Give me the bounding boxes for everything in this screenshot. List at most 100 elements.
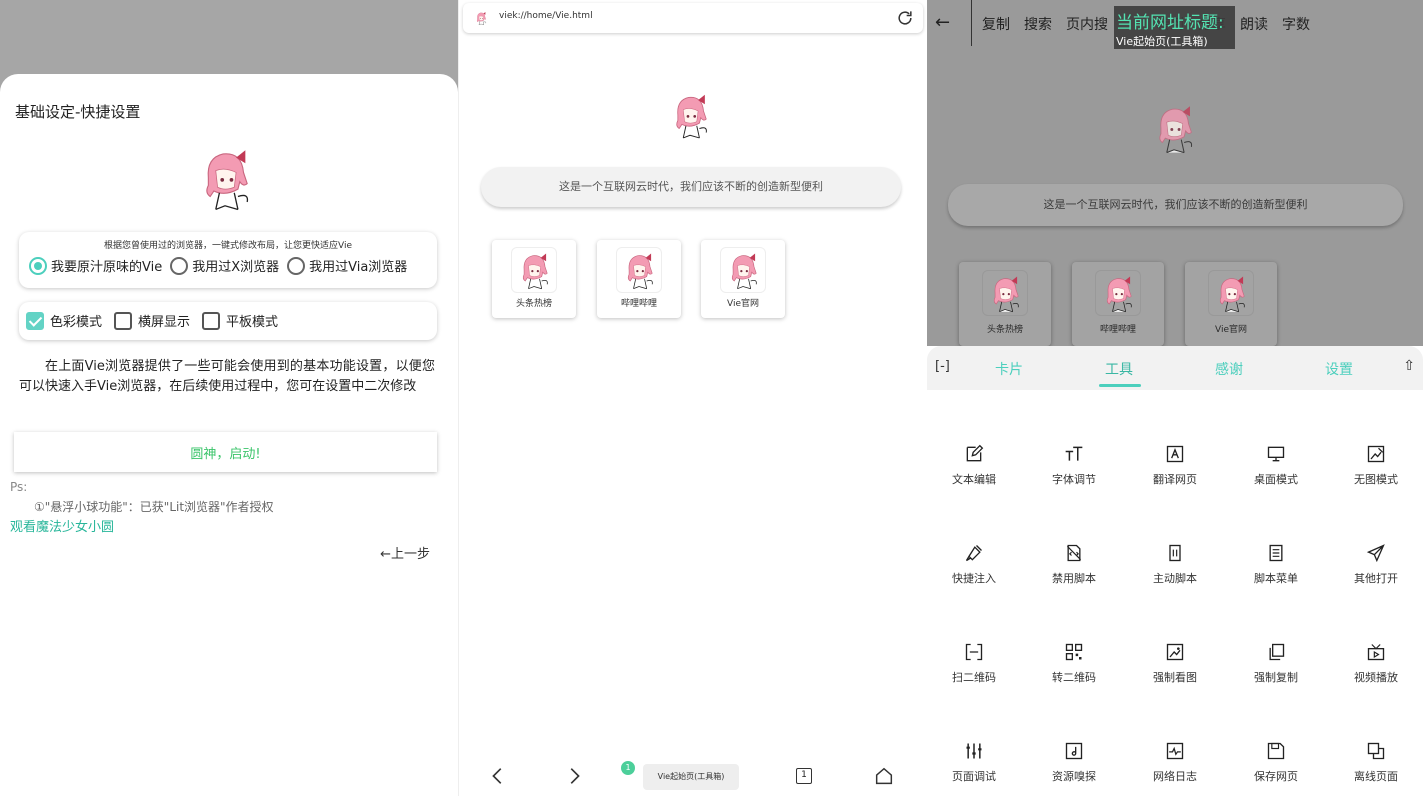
- tool-label: 页面调试: [952, 770, 996, 783]
- menu-item-find-in-page[interactable]: 页内搜: [1066, 14, 1108, 34]
- tool-font-size[interactable]: 字体调节: [1034, 444, 1114, 494]
- tool-video-play[interactable]: 视频播放: [1336, 642, 1416, 692]
- toolbox-panel: ← 复制 搜索 页内搜 转到 分享 朗读 字数 当前网址标题: Vie起始页(工…: [927, 0, 1423, 796]
- quick-link-toutiao[interactable]: 头条热榜: [492, 240, 576, 318]
- text-selection-menu: ← 复制 搜索 页内搜 转到 分享 朗读 字数 当前网址标题: Vie起始页(工…: [927, 0, 1423, 49]
- checkbox-landscape-box[interactable]: [114, 311, 133, 330]
- menu-item-search[interactable]: 搜索: [1024, 14, 1052, 34]
- radio-original-vie-indicator[interactable]: [29, 256, 47, 275]
- mascot-image: [188, 140, 262, 216]
- setup-sheet: 基础设定-快捷设置 根据您曾使用过的浏览器，一键式修改布局，让您更快适应Vie …: [0, 74, 458, 796]
- tool-label: 网络日志: [1153, 770, 1197, 783]
- start-button[interactable]: 圆神，启动!: [14, 432, 437, 472]
- tab-count-badge: 1: [621, 761, 635, 775]
- scan-icon: [965, 643, 983, 661]
- tool-label: 扫二维码: [952, 671, 996, 684]
- home-mascot-logo: [1145, 96, 1203, 160]
- tool-save-page[interactable]: 保存网页: [1236, 741, 1316, 791]
- checkbox-color-mode[interactable]: 色彩模式: [26, 311, 102, 330]
- checkbox-landscape[interactable]: 横屏显示: [114, 311, 190, 330]
- address-bar[interactable]: viek://home/Vie.html: [463, 3, 923, 33]
- radio-x-browser-indicator[interactable]: [170, 256, 189, 275]
- current-tab-pill[interactable]: Vie起始页(工具箱): [643, 764, 739, 790]
- quick-link-vie-site[interactable]: Vie官网: [701, 240, 785, 318]
- tool-label: 其他打开: [1354, 572, 1398, 585]
- radio-label: 我用过X浏览器: [192, 260, 280, 275]
- checkbox-tablet-mode[interactable]: 平板模式: [202, 311, 278, 330]
- quick-link-bilibili[interactable]: 哔哩哔哩: [597, 240, 681, 318]
- page-title-tooltip: 当前网址标题: Vie起始页(工具箱): [1114, 6, 1235, 49]
- tool-script-menu[interactable]: 脚本菜单: [1236, 543, 1316, 593]
- tool-desktop-mode[interactable]: 桌面模式: [1236, 444, 1316, 494]
- quick-link-label: 头条热榜: [515, 299, 552, 309]
- tool-resource-sniff[interactable]: 资源嗅探: [1034, 741, 1114, 791]
- save-icon: [1267, 742, 1285, 760]
- tool-label: 转二维码: [1052, 671, 1096, 684]
- tool-text-edit[interactable]: 文本编辑: [934, 444, 1014, 494]
- tool-offline-page[interactable]: 离线页面: [1336, 741, 1416, 791]
- preset-hint: 根据您曾使用过的浏览器，一键式修改布局，让您更快适应Vie: [104, 241, 352, 251]
- inject-icon: [965, 545, 982, 562]
- tab-cards[interactable]: 卡片: [995, 359, 1023, 379]
- tool-label: 主动脚本: [1153, 572, 1197, 585]
- radio-original-vie[interactable]: 我要原汁原味的Vie: [29, 256, 162, 275]
- tab-tools[interactable]: 工具: [1105, 359, 1133, 379]
- checkbox-label: 横屏显示: [138, 315, 191, 330]
- tool-active-script[interactable]: 主动脚本: [1135, 543, 1215, 593]
- checkbox-label: 色彩模式: [50, 315, 103, 330]
- forward-arrow-icon[interactable]: [563, 765, 585, 787]
- tool-open-other[interactable]: 其他打开: [1336, 543, 1416, 593]
- home-search-box[interactable]: 这是一个互联网云时代，我们应该不断的创造新型便利: [481, 167, 901, 207]
- radio-label: 我要原汁原味的Vie: [51, 260, 163, 275]
- tool-label: 桌面模式: [1254, 473, 1298, 486]
- quick-link-label: 哔哩哔哩: [1099, 325, 1136, 335]
- radio-label: 我用过Via浏览器: [309, 260, 408, 275]
- tool-page-debug[interactable]: 页面调试: [934, 741, 1014, 791]
- tab-thanks[interactable]: 感谢: [1215, 359, 1243, 379]
- checkbox-color-mode-box[interactable]: [26, 311, 44, 330]
- watch-madoka-link[interactable]: 观看魔法少女小圆: [10, 516, 114, 535]
- collapse-button[interactable]: [-]: [935, 359, 950, 374]
- tool-label: 字体调节: [1052, 473, 1096, 486]
- radio-x-browser[interactable]: 我用过X浏览器: [170, 256, 279, 275]
- menu-item-read-aloud[interactable]: 朗读: [1240, 14, 1268, 34]
- tool-scan-qr[interactable]: 扫二维码: [934, 642, 1014, 692]
- tool-label: 视频播放: [1354, 671, 1398, 684]
- quick-link-icon: [511, 247, 557, 293]
- sliders-icon: [966, 743, 982, 759]
- video-icon: [1367, 644, 1385, 661]
- quick-link-toutiao: 头条热榜: [959, 262, 1051, 346]
- quick-link-icon: [1095, 270, 1141, 316]
- menu-item-copy[interactable]: 复制: [982, 14, 1010, 34]
- offline-icon: [1367, 742, 1385, 760]
- active-tab-indicator: [1099, 384, 1141, 387]
- home-icon[interactable]: [873, 765, 895, 787]
- tab-switcher-button[interactable]: 1: [796, 768, 812, 784]
- checkbox-tablet-mode-box[interactable]: [202, 311, 221, 330]
- setup-title: 基础设定-快捷设置: [15, 103, 141, 121]
- url-text[interactable]: viek://home/Vie.html: [499, 11, 593, 21]
- tool-force-copy[interactable]: 强制复制: [1236, 642, 1316, 692]
- menu-item-word-count[interactable]: 字数: [1282, 14, 1310, 34]
- tool-to-qr[interactable]: 转二维码: [1034, 642, 1114, 692]
- tool-network-log[interactable]: 网络日志: [1135, 741, 1215, 791]
- radio-via-browser-indicator[interactable]: [287, 256, 306, 275]
- expand-up-icon[interactable]: ⇧: [1403, 358, 1415, 374]
- image-icon: [1166, 643, 1184, 661]
- reload-icon[interactable]: [895, 8, 915, 28]
- tool-label: 禁用脚本: [1052, 572, 1096, 585]
- tool-no-image[interactable]: 无图模式: [1336, 444, 1416, 494]
- quick-link-icon: [1208, 270, 1254, 316]
- tool-disable-script[interactable]: 禁用脚本: [1034, 543, 1114, 593]
- setup-description: 在上面Vie浏览器提供了一些可能会使用到的基本功能设置，以便您可以快速入手Vie…: [19, 359, 435, 394]
- translate-icon: [1166, 445, 1184, 463]
- tool-quick-inject[interactable]: 快捷注入: [934, 543, 1014, 593]
- tool-force-view-image[interactable]: 强制看图: [1135, 642, 1215, 692]
- previous-step-button[interactable]: ←上一步: [380, 543, 430, 562]
- back-arrow-icon[interactable]: [487, 765, 509, 787]
- tool-translate[interactable]: 翻译网页: [1135, 444, 1215, 494]
- preset-radio-group: 我要原汁原味的Vie 我用过X浏览器 我用过Via浏览器: [29, 256, 433, 275]
- tab-settings[interactable]: 设置: [1325, 359, 1353, 379]
- menu-back-arrow-icon[interactable]: ←: [935, 12, 950, 33]
- radio-via-browser[interactable]: 我用过Via浏览器: [287, 256, 407, 275]
